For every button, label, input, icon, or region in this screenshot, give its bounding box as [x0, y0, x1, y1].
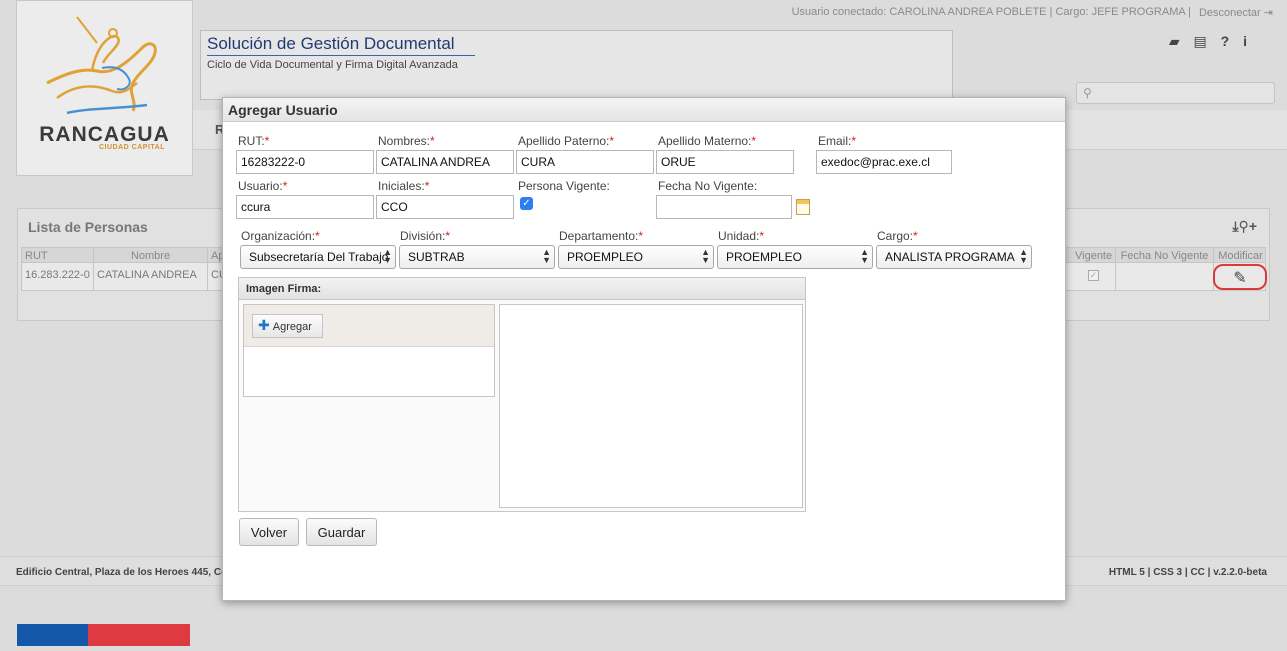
cell-rut: 16.283.222-0 — [22, 263, 94, 290]
unidad-select[interactable]: PROEMPLEO ▲ ▼ — [717, 245, 873, 269]
usuario-input[interactable] — [236, 195, 374, 219]
unidad-label: Unidad:* — [718, 229, 765, 243]
add-icon[interactable]: + — [1249, 218, 1257, 234]
app-subtitle: Ciclo de Vida Documental y Firma Digital… — [207, 59, 458, 71]
top-bar: Usuario conectado: CAROLINA ANDREA POBLE… — [0, 0, 1287, 24]
dialog-title: Agregar Usuario — [223, 98, 1065, 122]
logout-icon: ⇥ — [1263, 7, 1273, 19]
edit-button[interactable]: ✎ — [1213, 264, 1267, 290]
apellido-paterno-input[interactable] — [516, 150, 654, 174]
signature-panel-title: Imagen Firma: — [239, 278, 805, 300]
departamento-label: Departamento:* — [559, 229, 644, 243]
cargo-label: Cargo:* — [877, 229, 918, 243]
cell-vigente: ✓ — [1072, 263, 1116, 290]
organizacion-select[interactable]: Subsecretaría Del Trabajo ▲ ▼ — [240, 245, 396, 269]
iniciales-label: Iniciales:* — [378, 179, 430, 193]
signature-image-panel: Imagen Firma: ✚ Agregar — [238, 277, 806, 512]
search-input[interactable]: ⚲ — [1076, 82, 1275, 104]
footer-address: Edificio Central, Plaza de los Heroes 44… — [16, 567, 227, 578]
signature-preview — [499, 304, 803, 508]
calendar-icon[interactable] — [796, 199, 810, 215]
flag-red — [88, 624, 190, 646]
division-label: División:* — [400, 229, 451, 243]
cell-fecha-no-vigente — [1116, 263, 1214, 290]
select-arrows-icon: ▲ ▼ — [860, 247, 869, 265]
column-header-fecha-no-vigente[interactable]: Fecha No Vigente — [1116, 248, 1214, 262]
footer-tech: HTML 5 | CSS 3 | CC | v.2.2.0-beta — [1108, 567, 1267, 578]
flag-stripe — [17, 624, 190, 646]
iniciales-input[interactable] — [376, 195, 514, 219]
panel-title: Lista de Personas — [28, 219, 148, 235]
header-icons: ▰ ▤ ? i — [1159, 33, 1247, 50]
column-header-modificar: Modificar — [1218, 250, 1263, 262]
select-arrows-icon: ▲ ▼ — [542, 247, 551, 265]
rut-input[interactable] — [236, 150, 374, 174]
edit-icon: ✎ — [1233, 270, 1247, 287]
rut-label: RUT:* — [238, 134, 270, 148]
logo-tagline: CIUDAD CAPITAL — [99, 144, 165, 151]
select-arrows-icon: ▲ ▼ — [701, 247, 710, 265]
help-icon[interactable]: ? — [1221, 33, 1230, 49]
select-arrows-icon: ▲ ▼ — [1019, 247, 1028, 265]
horse-rider-logo-icon — [46, 16, 157, 115]
apellido-materno-label: Apellido Materno:* — [658, 134, 757, 148]
info-icon[interactable]: i — [1243, 33, 1247, 49]
nombres-label: Nombres:* — [378, 134, 435, 148]
upload-toolbar: ✚ Agregar — [244, 305, 494, 347]
search-icon: ⚲ — [1083, 86, 1092, 100]
fecha-no-vigente-label: Fecha No Vigente: — [658, 179, 758, 193]
panel-tools: ⤓⚲+ — [1232, 218, 1257, 235]
save-button[interactable]: Guardar — [306, 518, 377, 546]
add-user-dialog: Agregar Usuario RUT:* Nombres:* Apellido… — [222, 97, 1066, 601]
back-button[interactable]: Volver — [239, 518, 299, 546]
organizacion-label: Organización:* — [241, 229, 320, 243]
book-icon[interactable]: ▰ — [1169, 33, 1180, 49]
apellido-paterno-label: Apellido Paterno:* — [518, 134, 615, 148]
add-image-button[interactable]: ✚ Agregar — [252, 314, 323, 338]
column-header-rut[interactable]: RUT — [22, 248, 94, 262]
logo: RANCAGUA CIUDAD CAPITAL — [16, 0, 193, 176]
flag-blue — [17, 624, 88, 646]
division-select[interactable]: SUBTRAB ▲ ▼ — [399, 245, 555, 269]
news-icon[interactable]: ▤ — [1194, 33, 1207, 49]
cell-nombre: CATALINA ANDREA — [94, 263, 208, 290]
persona-vigente-label: Persona Vigente: — [518, 179, 610, 193]
vigente-checkbox: ✓ — [1088, 270, 1099, 281]
apellido-materno-input[interactable] — [656, 150, 794, 174]
fecha-no-vigente-input[interactable] — [656, 195, 792, 219]
email-input[interactable] — [816, 150, 952, 174]
nombres-input[interactable] — [376, 150, 514, 174]
plus-icon: ✚ — [258, 317, 270, 333]
persona-vigente-checkbox[interactable]: ✓ — [520, 197, 533, 210]
search-icon[interactable]: ⚲ — [1239, 218, 1249, 234]
column-header-nombre[interactable]: Nombre — [94, 248, 208, 262]
email-label: Email:* — [818, 134, 857, 148]
select-arrows-icon: ▲ ▼ — [383, 247, 392, 265]
column-header-vigente[interactable]: Vigente — [1072, 248, 1116, 262]
usuario-label: Usuario:* — [238, 179, 288, 193]
cargo-select[interactable]: ANALISTA PROGRAMA ▲ ▼ — [876, 245, 1032, 269]
upload-area: ✚ Agregar — [243, 304, 495, 397]
logout-link[interactable]: Desconectar ⇥ — [1199, 6, 1273, 19]
connected-user-text: Usuario conectado: CAROLINA ANDREA POBLE… — [791, 6, 1191, 18]
app-title: Solución de Gestión Documental — [207, 34, 475, 56]
departamento-select[interactable]: PROEMPLEO ▲ ▼ — [558, 245, 714, 269]
app-title-box: Solución de Gestión Documental Ciclo de … — [200, 30, 953, 100]
